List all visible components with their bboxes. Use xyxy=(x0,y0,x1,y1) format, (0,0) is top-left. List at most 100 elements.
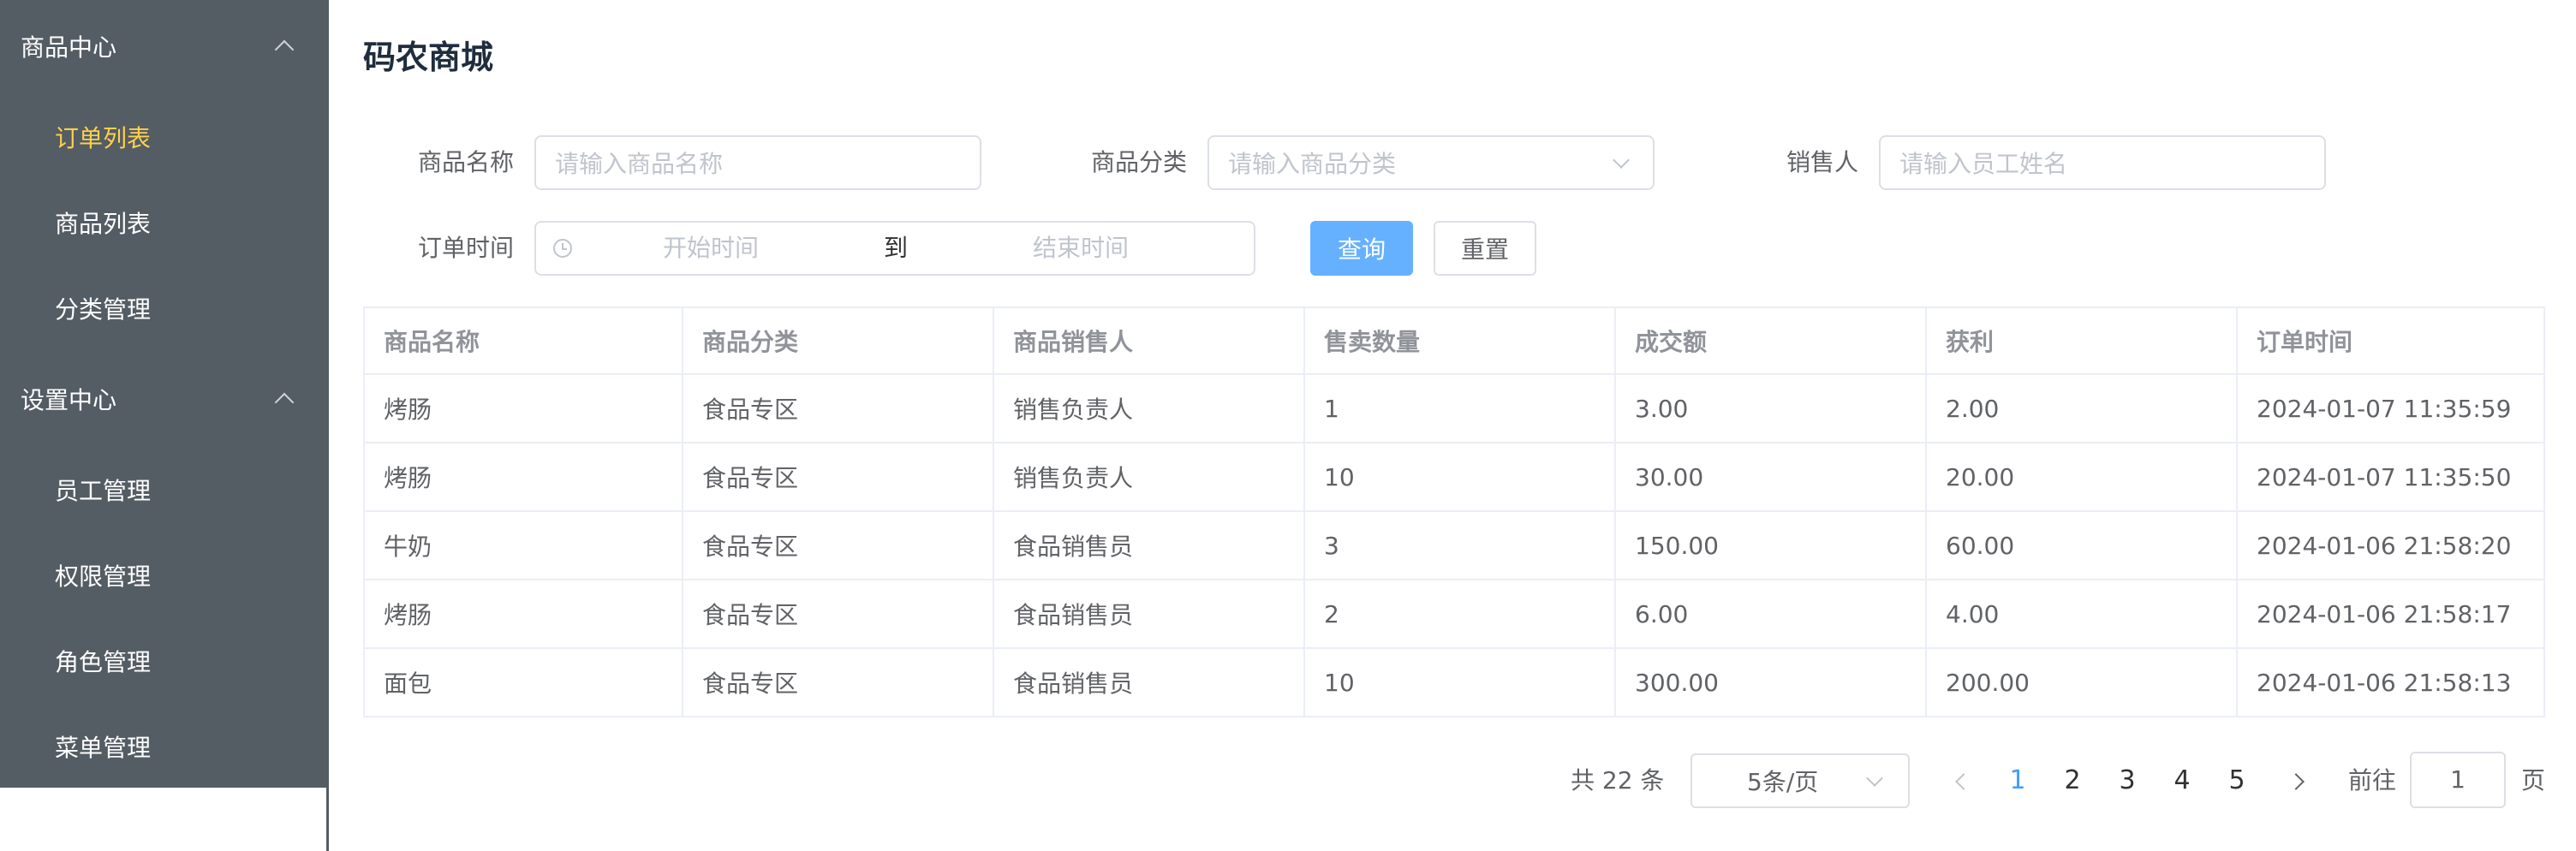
order-time-range-picker[interactable]: 开始时间 到 结束时间 xyxy=(534,221,1255,276)
table-cell: 食品专区 xyxy=(682,579,994,649)
table-cell: 牛奶 xyxy=(363,510,683,580)
range-separator: 到 xyxy=(884,234,909,262)
seller-label: 销售人 xyxy=(1786,148,1858,176)
product-name-placeholder: 请输入商品名称 xyxy=(555,150,724,178)
table-cell: 食品专区 xyxy=(682,647,994,717)
start-time-placeholder[interactable]: 开始时间 xyxy=(663,223,759,274)
product-name-input[interactable]: 请输入商品名称 xyxy=(534,135,981,190)
table-cell: 2024-01-07 11:35:59 xyxy=(2236,373,2545,443)
table-cell: 2024-01-07 11:35:50 xyxy=(2236,442,2545,512)
table-cell: 3.00 xyxy=(1614,373,1927,443)
table-cell: 食品销售员 xyxy=(993,647,1305,717)
column-header: 商品名称 xyxy=(363,306,683,375)
sidebar-item-label: 分类管理 xyxy=(55,295,152,324)
table-cell: 200.00 xyxy=(1925,647,2238,717)
table-cell: 20.00 xyxy=(1925,442,2238,512)
table-cell: 食品销售员 xyxy=(993,510,1305,580)
table-cell: 10 xyxy=(1303,442,1616,512)
sidebar-item-permission-management[interactable]: 权限管理 xyxy=(0,533,329,618)
product-category-label: 商品分类 xyxy=(1090,148,1187,176)
sidebar-item-menu-management[interactable]: 菜单管理 xyxy=(0,704,329,789)
table-cell: 2024-01-06 21:58:13 xyxy=(2236,647,2545,717)
sidebar-item-label: 权限管理 xyxy=(55,562,152,591)
page-suffix-label: 页 xyxy=(2521,766,2546,794)
sidebar-item-product-list[interactable]: 商品列表 xyxy=(0,180,329,265)
page-number-1[interactable]: 1 xyxy=(2001,753,2035,808)
table-cell: 30.00 xyxy=(1614,442,1927,512)
sidebar-item-label: 菜单管理 xyxy=(55,734,152,762)
table-cell: 销售负责人 xyxy=(993,442,1305,512)
sidebar-item-employee-management[interactable]: 员工管理 xyxy=(0,447,329,533)
page-number-3[interactable]: 3 xyxy=(2110,753,2144,808)
clock-icon xyxy=(553,239,572,258)
column-header: 商品销售人 xyxy=(993,306,1305,375)
table-row: 烤肠 食品专区 销售负责人 10 30.00 20.00 2024-01-07 … xyxy=(363,442,2545,512)
sidebar-item-order-list[interactable]: 订单列表 xyxy=(0,94,329,180)
order-table: 商品名称 商品分类 商品销售人 售卖数量 成交额 获利 订单时间 烤肠 食品专区… xyxy=(363,306,2545,717)
product-category-placeholder: 请输入商品分类 xyxy=(1228,150,1397,178)
menu-group-label: 设置中心 xyxy=(21,386,117,414)
sidebar-item-label: 角色管理 xyxy=(55,648,152,676)
table-cell: 食品专区 xyxy=(682,442,994,512)
sidebar-bottom-edge xyxy=(0,788,329,851)
product-category-select[interactable]: 请输入商品分类 xyxy=(1208,135,1655,190)
pagination-total: 共 22 条 xyxy=(1571,766,1665,794)
table-header-row: 商品名称 商品分类 商品销售人 售卖数量 成交额 获利 订单时间 xyxy=(363,306,2545,375)
seller-input[interactable]: 请输入员工姓名 xyxy=(1879,135,2326,190)
table-cell: 3 xyxy=(1303,510,1616,580)
table-cell: 60.00 xyxy=(1925,510,2238,580)
page-title: 码农商城 xyxy=(363,39,494,76)
page-number-4[interactable]: 4 xyxy=(2165,753,2199,808)
column-header: 成交额 xyxy=(1614,306,1927,375)
chevron-up-icon xyxy=(274,392,295,413)
table-cell: 4.00 xyxy=(1925,579,2238,649)
table-cell: 2024-01-06 21:58:20 xyxy=(2236,510,2545,580)
menu-group-product-center[interactable]: 商品中心 xyxy=(0,3,329,89)
sidebar-item-label: 员工管理 xyxy=(55,477,152,505)
chevron-left-icon xyxy=(1955,773,1972,790)
table-cell: 10 xyxy=(1303,647,1616,717)
chevron-down-icon xyxy=(1613,152,1630,169)
goto-label: 前往 xyxy=(2348,766,2397,794)
chevron-down-icon xyxy=(1866,770,1883,787)
sidebar-item-category-management[interactable]: 分类管理 xyxy=(0,265,329,351)
menu-group-label: 商品中心 xyxy=(21,33,117,62)
table-cell: 2 xyxy=(1303,579,1616,649)
column-header: 订单时间 xyxy=(2236,306,2545,375)
table-cell: 食品专区 xyxy=(682,373,994,443)
next-page-button[interactable] xyxy=(2278,753,2312,808)
chevron-up-icon xyxy=(274,39,295,60)
table-cell: 150.00 xyxy=(1614,510,1927,580)
table-cell: 烤肠 xyxy=(363,579,683,649)
end-time-placeholder[interactable]: 结束时间 xyxy=(1033,223,1129,274)
table-cell: 面包 xyxy=(363,647,683,717)
goto-page-input[interactable]: 1 xyxy=(2410,752,2506,808)
table-cell: 销售负责人 xyxy=(993,373,1305,443)
page-size-value: 5条/页 xyxy=(1747,768,1819,796)
table-cell: 1 xyxy=(1303,373,1616,443)
table-cell: 烤肠 xyxy=(363,373,683,443)
table-row: 烤肠 食品专区 食品销售员 2 6.00 4.00 2024-01-06 21:… xyxy=(363,579,2545,649)
order-time-label: 订单时间 xyxy=(417,234,514,262)
page-number-2[interactable]: 2 xyxy=(2055,753,2090,808)
table-cell: 烤肠 xyxy=(363,442,683,512)
prev-page-button[interactable] xyxy=(1946,753,1980,808)
sidebar-item-role-management[interactable]: 角色管理 xyxy=(0,618,329,704)
table-cell: 6.00 xyxy=(1614,579,1927,649)
reset-button[interactable]: 重置 xyxy=(1434,221,1536,276)
table-cell: 食品销售员 xyxy=(993,579,1305,649)
table-row: 牛奶 食品专区 食品销售员 3 150.00 60.00 2024-01-06 … xyxy=(363,510,2545,580)
page-number-5[interactable]: 5 xyxy=(2220,753,2254,808)
sidebar-item-label: 商品列表 xyxy=(55,210,152,238)
column-header: 获利 xyxy=(1925,306,2238,375)
sidebar: 商品中心 订单列表 商品列表 分类管理 设置中心 员工管理 权限管理 角色管理 … xyxy=(0,0,329,788)
table-cell: 食品专区 xyxy=(682,510,994,580)
table-row: 烤肠 食品专区 销售负责人 1 3.00 2.00 2024-01-07 11:… xyxy=(363,373,2545,443)
table-cell: 2024-01-06 21:58:17 xyxy=(2236,579,2545,649)
menu-group-settings-center[interactable]: 设置中心 xyxy=(0,356,329,442)
page-size-select[interactable]: 5条/页 xyxy=(1690,753,1910,808)
seller-placeholder: 请输入员工姓名 xyxy=(1899,150,2068,178)
product-name-label: 商品名称 xyxy=(417,148,514,176)
table-cell: 300.00 xyxy=(1614,647,1927,717)
query-button[interactable]: 查询 xyxy=(1310,221,1413,276)
